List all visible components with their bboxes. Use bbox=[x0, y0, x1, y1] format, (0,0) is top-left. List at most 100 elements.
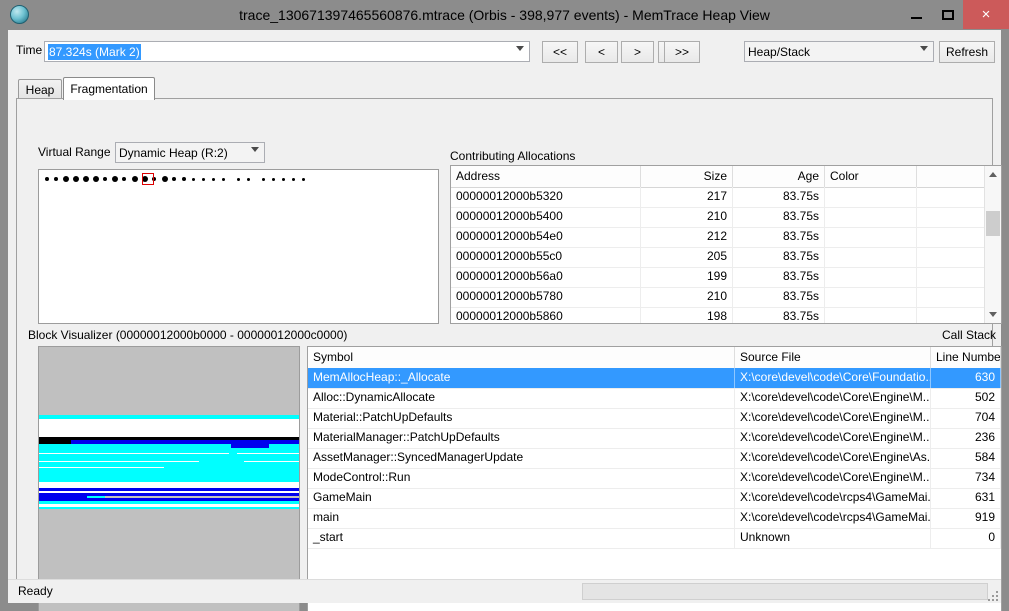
table-row[interactable]: 00000012000b54e0 212 83.75s bbox=[451, 227, 985, 248]
chevron-down-icon-2 bbox=[920, 46, 928, 51]
allocation-dot[interactable] bbox=[103, 177, 107, 181]
minimize-button[interactable] bbox=[901, 0, 932, 29]
table-row[interactable]: 00000012000b5780 210 83.75s bbox=[451, 287, 985, 308]
allocations-cell-size: 210 bbox=[641, 207, 733, 227]
table-row[interactable]: GameMain X:\core\devel\code\rcps4\GameMai… bbox=[308, 488, 1001, 509]
allocation-dot[interactable] bbox=[212, 177, 215, 181]
memory-block-separator bbox=[254, 422, 289, 423]
nav-next-button-2[interactable]: > bbox=[621, 41, 654, 63]
table-row[interactable]: 00000012000b55c0 205 83.75s bbox=[451, 247, 985, 268]
allocation-dot[interactable] bbox=[112, 176, 118, 182]
allocation-dot[interactable] bbox=[292, 177, 295, 181]
allocations-column-header[interactable]: Age bbox=[733, 166, 825, 187]
table-row[interactable]: MemAllocHeap::_Allocate X:\core\devel\cod… bbox=[308, 368, 1001, 389]
allocation-dot[interactable] bbox=[83, 176, 89, 182]
nav-prev-button[interactable]: < bbox=[585, 41, 618, 63]
allocation-dot[interactable] bbox=[122, 177, 126, 181]
allocation-dot[interactable] bbox=[45, 177, 49, 181]
client-area: Time 87.324s (Mark 2) << < > > >> Heap/S… bbox=[8, 30, 1002, 611]
table-row[interactable]: ModeControl::Run X:\core\devel\code\Core\… bbox=[308, 468, 1001, 489]
block-visualizer[interactable] bbox=[38, 346, 300, 611]
close-button[interactable]: × bbox=[963, 0, 1009, 29]
allocation-dot[interactable] bbox=[182, 177, 186, 181]
allocation-dot[interactable] bbox=[63, 176, 69, 182]
time-combo-value: 87.324s (Mark 2) bbox=[48, 44, 141, 60]
table-row[interactable]: Alloc::DynamicAllocate X:\core\devel\code… bbox=[308, 388, 1001, 409]
table-row[interactable]: _start Unknown 0 bbox=[308, 528, 1001, 549]
allocations-column-header[interactable] bbox=[917, 166, 985, 187]
call-stack-cell-line: 630 bbox=[931, 368, 1001, 388]
table-row[interactable]: AssetManager::SyncedManagerUpdate X:\core… bbox=[308, 448, 1001, 469]
call-stack-column-header[interactable]: Symbol bbox=[308, 347, 735, 368]
allocations-column-header[interactable]: Color bbox=[825, 166, 917, 187]
allocations-scrollbar[interactable] bbox=[984, 166, 1001, 323]
allocations-cell-extra bbox=[917, 227, 985, 247]
call-stack-table[interactable]: Symbol Source File Line Number MemAllocHeap… bbox=[307, 346, 1002, 611]
scroll-down-button[interactable] bbox=[985, 306, 1001, 323]
allocations-cell-size: 205 bbox=[641, 247, 733, 267]
call-stack-cell-line: 236 bbox=[931, 428, 1001, 448]
allocation-dot[interactable] bbox=[73, 176, 79, 182]
allocation-dot[interactable] bbox=[172, 177, 176, 181]
allocations-cell-address: 00000012000b56a0 bbox=[451, 267, 641, 287]
allocation-dot[interactable] bbox=[247, 177, 250, 181]
tab-heap[interactable]: Heap bbox=[18, 79, 62, 100]
allocations-cell-age: 83.75s bbox=[733, 287, 825, 307]
allocations-cell-address: 00000012000b5780 bbox=[451, 287, 641, 307]
status-bar: Ready bbox=[8, 579, 1001, 603]
allocations-cell-color bbox=[825, 267, 917, 287]
call-stack-cell-source: X:\core\devel\code\Core\Engine\M... bbox=[735, 408, 931, 428]
virtual-range-combo[interactable]: Dynamic Heap (R:2) bbox=[115, 142, 265, 163]
window-title: trace_13067139746556­0876.mtrace (Orbis … bbox=[239, 7, 770, 23]
call-stack-cell-line: 704 bbox=[931, 408, 1001, 428]
table-row[interactable]: Material::PatchUpDefaults X:\core\devel\c… bbox=[308, 408, 1001, 429]
allocation-dot[interactable] bbox=[54, 177, 58, 181]
call-stack-column-header[interactable]: Source File bbox=[735, 347, 931, 368]
allocation-dot[interactable] bbox=[237, 177, 240, 181]
allocation-dot[interactable] bbox=[202, 177, 205, 181]
allocation-dot[interactable] bbox=[302, 177, 305, 181]
refresh-button[interactable]: Refresh bbox=[939, 41, 995, 63]
call-stack-column-header[interactable]: Line Number bbox=[931, 347, 1001, 368]
allocations-column-header[interactable]: Address bbox=[451, 166, 641, 187]
allocation-dot[interactable] bbox=[282, 177, 285, 181]
allocations-cell-color bbox=[825, 287, 917, 307]
virtual-range-map[interactable] bbox=[38, 169, 439, 324]
nav-last-button[interactable]: >> bbox=[664, 41, 700, 63]
allocations-cell-age: 83.75s bbox=[733, 247, 825, 267]
table-row[interactable]: 00000012000b5320 217 83.75s bbox=[451, 187, 985, 208]
view-mode-value: Heap/Stack bbox=[748, 45, 811, 59]
table-row[interactable]: 00000012000b5400 210 83.75s bbox=[451, 207, 985, 228]
allocation-dot[interactable] bbox=[132, 176, 138, 182]
allocation-dot[interactable] bbox=[192, 177, 195, 181]
allocations-cell-color bbox=[825, 247, 917, 267]
table-row[interactable]: main X:\core\devel\code\rcps4\GameMai... 9… bbox=[308, 508, 1001, 529]
allocation-dot[interactable] bbox=[272, 177, 275, 181]
allocations-cell-extra bbox=[917, 207, 985, 227]
memory-block-band[interactable] bbox=[39, 473, 299, 482]
memory-block-band[interactable] bbox=[39, 509, 299, 511]
time-combo[interactable]: 87.324s (Mark 2) bbox=[44, 41, 530, 62]
allocation-dot[interactable] bbox=[162, 176, 168, 182]
scrollbar-thumb[interactable] bbox=[986, 211, 1000, 236]
allocations-table[interactable]: Address Size Age Color 00000012000b5320 217 83… bbox=[450, 165, 1002, 324]
nav-first-button[interactable]: << bbox=[542, 41, 578, 63]
maximize-button[interactable] bbox=[932, 0, 963, 29]
allocations-cell-extra bbox=[917, 247, 985, 267]
selected-dot-highlight[interactable] bbox=[142, 173, 154, 185]
table-row[interactable]: 00000012000b56a0 199 83.75s bbox=[451, 267, 985, 288]
resize-grip[interactable] bbox=[988, 591, 998, 601]
allocations-cell-extra bbox=[917, 267, 985, 287]
table-row[interactable]: MaterialManager::PatchUpDefaults X:\core\… bbox=[308, 428, 1001, 449]
allocation-dot[interactable] bbox=[262, 177, 265, 181]
allocations-cell-size: 199 bbox=[641, 267, 733, 287]
allocation-dot[interactable] bbox=[93, 176, 99, 182]
tab-fragmentation[interactable]: Fragmentation bbox=[63, 77, 155, 100]
allocations-cell-address: 00000012000b5320 bbox=[451, 187, 641, 207]
view-mode-combo[interactable]: Heap/Stack bbox=[744, 41, 934, 62]
allocation-dot[interactable] bbox=[222, 177, 225, 181]
table-row[interactable]: 00000012000b5860 198 83.75s bbox=[451, 307, 985, 323]
globe-icon bbox=[10, 5, 29, 24]
allocations-column-header[interactable]: Size bbox=[641, 166, 733, 187]
scroll-up-button[interactable] bbox=[985, 166, 1001, 183]
